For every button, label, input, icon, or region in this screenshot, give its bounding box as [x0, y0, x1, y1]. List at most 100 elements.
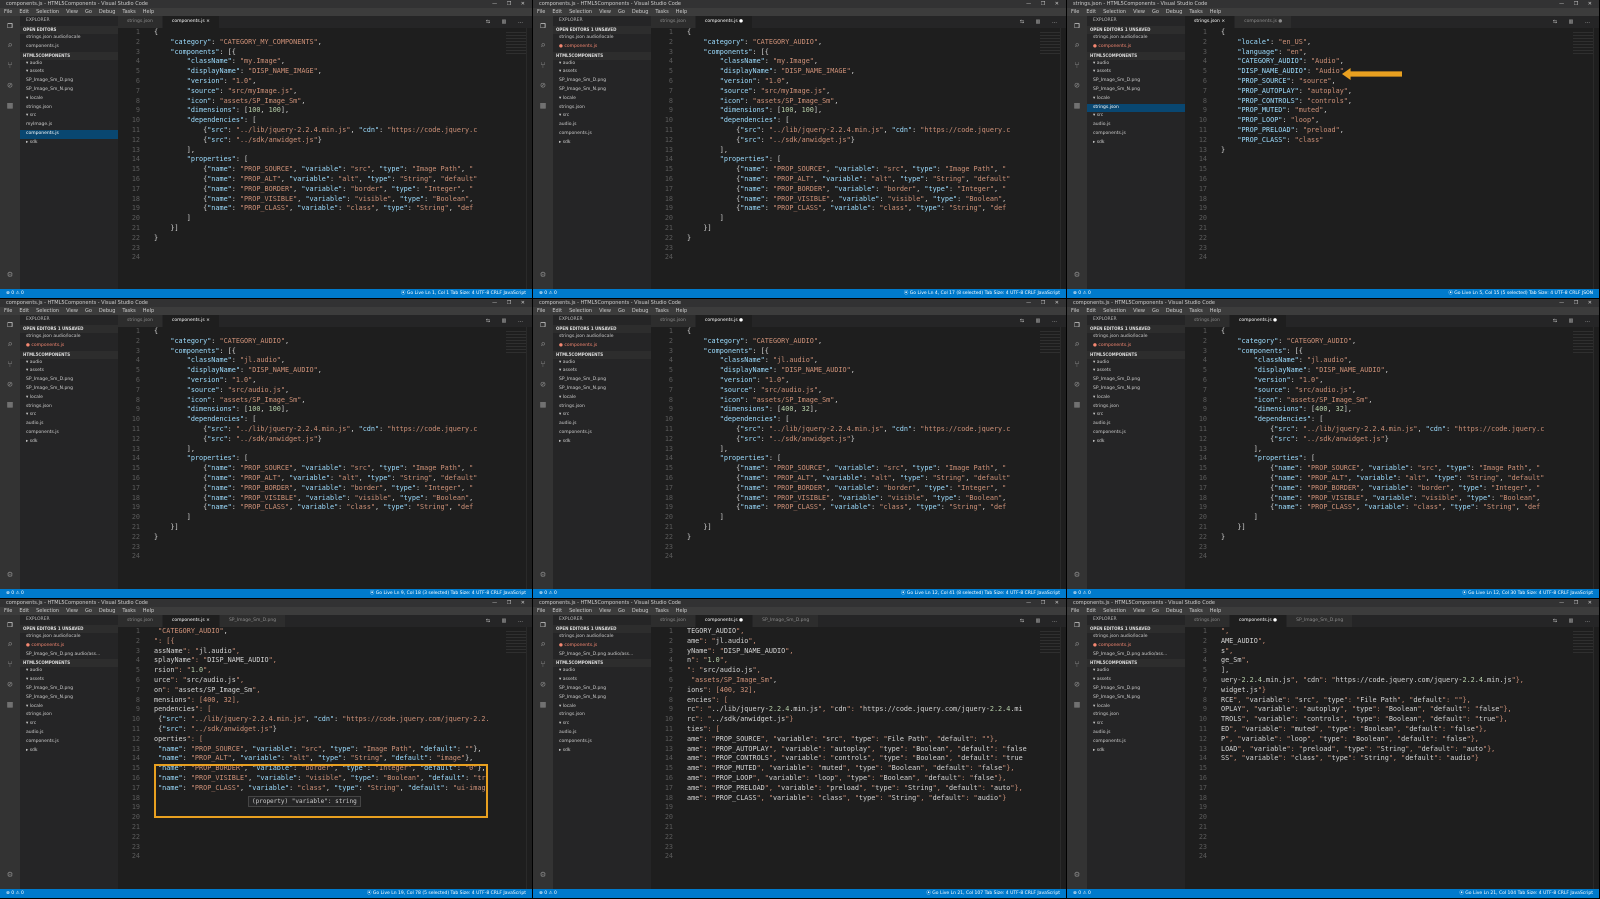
explorer-item[interactable]: ▾ audio [1087, 359, 1185, 368]
menu-item-edit[interactable]: Edit [19, 308, 29, 314]
explorer-item[interactable]: ▾ src [553, 112, 651, 121]
explorer-item[interactable]: SP_Image_Sm_N.png [1087, 86, 1185, 95]
settings-icon[interactable]: ⚙ [0, 565, 20, 585]
explorer-item[interactable]: components.js [20, 43, 118, 52]
explorer-item[interactable]: strings.json audio/locale [553, 34, 651, 43]
search-icon[interactable]: ⌕ [0, 635, 20, 655]
explorer-item[interactable]: ▾ audio [553, 359, 651, 368]
editor-tab[interactable]: strings.json [118, 315, 163, 327]
explorer-item[interactable]: strings.json [553, 403, 651, 412]
explorer-item[interactable]: audio.js [1087, 729, 1185, 738]
extensions-icon[interactable]: ▦ [0, 96, 20, 116]
source-control-icon[interactable]: ⑂ [533, 56, 553, 76]
source-control-icon[interactable]: ⑂ [0, 655, 20, 675]
menu-item-selection[interactable]: Selection [569, 308, 592, 314]
menu-item-tasks[interactable]: Tasks [122, 308, 135, 314]
explorer-item[interactable]: ▾ assets [20, 367, 118, 376]
window-controls[interactable]: — ❐ ✕ [1559, 599, 1596, 607]
menu-item-file[interactable]: File [537, 9, 545, 15]
explorer-item[interactable]: strings.json audio/locale [20, 333, 118, 342]
search-icon[interactable]: ⌕ [533, 635, 553, 655]
explorer-item[interactable]: strings.json audio/locale [553, 333, 651, 342]
vertical-scrollbar[interactable] [1593, 28, 1599, 289]
menu-item-selection[interactable]: Selection [36, 9, 59, 15]
settings-icon[interactable]: ⚙ [0, 865, 20, 885]
files-icon[interactable]: ❐ [1067, 315, 1087, 335]
explorer-item[interactable]: ▾ locale [20, 703, 118, 712]
menu-item-view[interactable]: View [599, 9, 611, 15]
menu-item-debug[interactable]: Debug [632, 9, 648, 15]
extensions-icon[interactable]: ▦ [0, 695, 20, 715]
menu-item-tasks[interactable]: Tasks [122, 608, 135, 614]
menu-item-view[interactable]: View [1133, 608, 1145, 614]
menu-item-edit[interactable]: Edit [19, 9, 29, 15]
explorer-item[interactable]: ▾ audio [20, 667, 118, 676]
explorer-item[interactable]: strings.json audio/locale [1087, 333, 1185, 342]
menu-item-tasks[interactable]: Tasks [655, 308, 668, 314]
extensions-icon[interactable]: ▦ [533, 395, 553, 415]
window-controls[interactable]: — ❐ ✕ [492, 299, 529, 307]
explorer-item[interactable]: SP_Image_Sm_D.png [1087, 685, 1185, 694]
explorer-item[interactable]: ● components.js [553, 43, 651, 52]
explorer-item[interactable]: SP_Image_Sm_D.png [20, 685, 118, 694]
editor-tab[interactable]: strings.json [118, 615, 163, 627]
window-controls[interactable]: — ❐ ✕ [1559, 299, 1596, 307]
files-icon[interactable]: ❐ [533, 16, 553, 36]
source-text[interactable]: { "category": "CATEGORY_AUDIO", "compone… [687, 327, 1036, 543]
menu-item-selection[interactable]: Selection [1103, 608, 1126, 614]
explorer-item[interactable]: SP_Image_Sm_N.png [20, 86, 118, 95]
menu-item-tasks[interactable]: Tasks [655, 608, 668, 614]
editor-tab[interactable]: components.js ● [1235, 16, 1293, 28]
settings-icon[interactable]: ⚙ [1067, 865, 1087, 885]
menu-item-file[interactable]: File [4, 308, 12, 314]
menu-item-debug[interactable]: Debug [632, 308, 648, 314]
source-control-icon[interactable]: ⑂ [1067, 655, 1087, 675]
menu-item-edit[interactable]: Edit [552, 608, 562, 614]
menu-item-view[interactable]: View [599, 308, 611, 314]
menu-item-debug[interactable]: Debug [1166, 9, 1182, 15]
source-text[interactable]: { "category": "CATEGORY_AUDIO", "compone… [154, 327, 502, 543]
editor-tab[interactable]: strings.json [651, 615, 696, 627]
source-control-icon[interactable]: ⑂ [533, 355, 553, 375]
explorer-item[interactable]: SP_Image_Sm_D.png [1087, 77, 1185, 86]
explorer-item[interactable]: ▾ src [1087, 411, 1185, 420]
menu-item-file[interactable]: File [537, 608, 545, 614]
menu-item-go[interactable]: Go [1152, 608, 1159, 614]
editor-tab[interactable]: components.js ● [1229, 615, 1288, 627]
code-area[interactable]: 1 2 3 4 5 6 7 8 9 10 11 12 13 14 15 16 17 18 19 20 21 22 23 24{… [118, 28, 532, 289]
search-icon[interactable]: ⌕ [0, 36, 20, 56]
source-control-icon[interactable]: ⑂ [0, 355, 20, 375]
menu-item-debug[interactable]: Debug [99, 9, 115, 15]
status-problems[interactable]: ⊗ 0 ⚠ 0 [1073, 291, 1091, 296]
explorer-item[interactable]: ▾ locale [1087, 394, 1185, 403]
menu-item-edit[interactable]: Edit [552, 308, 562, 314]
editor-actions[interactable]: ⇆ ▥ … [1553, 315, 1595, 327]
status-info[interactable]: ⦿ Go Live Ln 21, Col 104 Tab Size: 4 UTF… [1459, 889, 1593, 898]
explorer-item[interactable]: SP_Image_Sm_N.png [553, 385, 651, 394]
explorer-item[interactable]: SP_Image_Sm_N.png [1087, 694, 1185, 703]
explorer-item[interactable]: ● components.js [553, 342, 651, 351]
explorer-item[interactable]: ▸ sdk [1087, 438, 1185, 447]
editor-actions[interactable]: ⇆ ▥ … [1020, 16, 1062, 28]
menu-item-tasks[interactable]: Tasks [655, 9, 668, 15]
menu-item-help[interactable]: Help [676, 308, 687, 314]
explorer-item[interactable]: audio.js [1087, 121, 1185, 130]
menu-item-edit[interactable]: Edit [1086, 608, 1096, 614]
explorer-item[interactable]: components.js [20, 738, 118, 747]
vertical-scrollbar[interactable] [1593, 327, 1599, 589]
vertical-scrollbar[interactable] [526, 327, 532, 589]
menu-item-view[interactable]: View [66, 308, 78, 314]
status-problems[interactable]: ⊗ 0 ⚠ 0 [539, 891, 557, 896]
settings-icon[interactable]: ⚙ [1067, 265, 1087, 285]
explorer-item[interactable]: SP_Image_Sm_N.png [1087, 385, 1185, 394]
editor-tab[interactable]: SP_Image_Sm_D.png [753, 615, 820, 627]
source-text[interactable]: { "category": "CATEGORY_MY_COMPONENTS", … [154, 28, 502, 244]
explorer-item[interactable]: ▾ audio [20, 359, 118, 368]
debug-icon[interactable]: ⊘ [533, 675, 553, 695]
explorer-item[interactable]: SP_Image_Sm_D.png audio/ass... [1087, 651, 1185, 660]
minimap[interactable] [506, 331, 526, 355]
minimap[interactable] [506, 631, 526, 655]
editor-tab[interactable]: components.js ● [695, 615, 754, 627]
explorer-item[interactable]: ▾ src [1087, 112, 1185, 121]
menu-item-help[interactable]: Help [1210, 9, 1221, 15]
